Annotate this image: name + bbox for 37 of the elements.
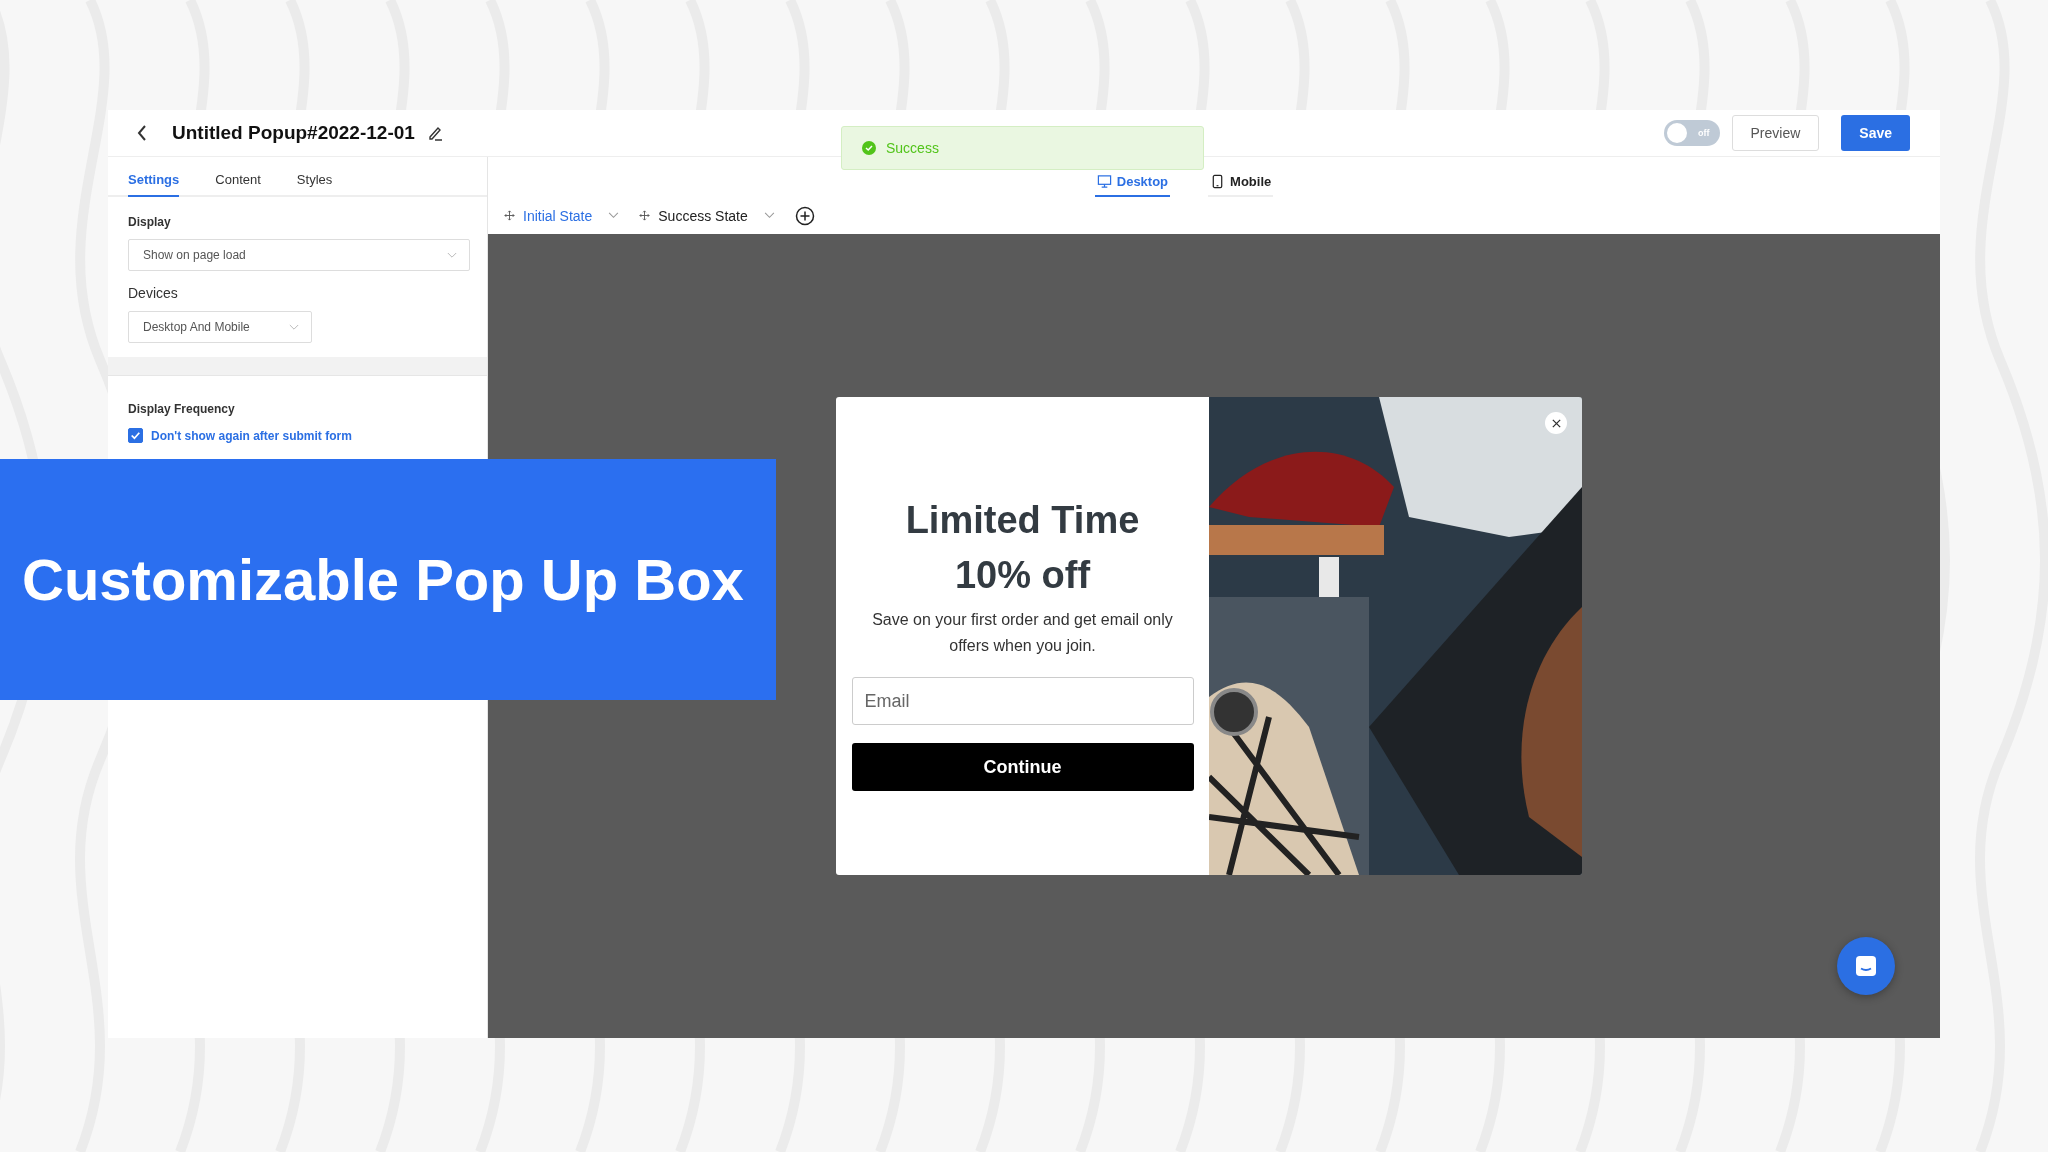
sidebar-tab[interactable]: Settings xyxy=(128,172,180,197)
checkbox-option[interactable]: Don't show again after submit form xyxy=(128,428,467,443)
check-circle-icon xyxy=(862,141,876,155)
back-icon[interactable] xyxy=(136,123,148,143)
device-tab[interactable]: Mobile xyxy=(1208,174,1274,197)
checkbox[interactable] xyxy=(128,428,143,443)
popup-text: Save on your first order and get email only offers when you join. xyxy=(871,610,1174,656)
chevron-down-icon xyxy=(763,212,775,219)
move-icon xyxy=(504,210,515,221)
popup-subheading: 10% off xyxy=(954,554,1091,597)
popup-title: Untitled Popup#2022-12-01 xyxy=(172,122,415,144)
toast-text: Success xyxy=(886,140,939,156)
field-label: Devices xyxy=(128,285,179,301)
check-icon xyxy=(129,429,142,442)
continue-button[interactable]: Continue xyxy=(851,743,1194,791)
move-icon xyxy=(639,210,651,221)
state-tab[interactable]: Initial State xyxy=(504,207,620,224)
monitor-icon xyxy=(1096,174,1112,189)
section-label: Display Frequency xyxy=(128,402,236,416)
preview-button[interactable]: Preview xyxy=(1731,115,1820,151)
pencil-icon[interactable] xyxy=(426,125,443,141)
add-icon[interactable] xyxy=(794,205,815,226)
close-icon xyxy=(1550,417,1562,429)
chevron-down-icon xyxy=(608,212,620,219)
devices-dropdown[interactable]: Desktop And Mobile xyxy=(128,311,312,343)
state-tab[interactable]: Success State xyxy=(639,207,775,224)
field-label: Display xyxy=(128,215,172,229)
display-dropdown[interactable]: Show on page load xyxy=(128,239,470,271)
banner-title: Customizable Pop Up Box xyxy=(22,546,744,613)
sidebar-tab[interactable]: Content xyxy=(215,172,261,197)
chevron-down-icon xyxy=(289,323,299,331)
email-field[interactable]: Email xyxy=(851,677,1194,725)
save-button[interactable]: Save xyxy=(1841,115,1910,151)
device-tab[interactable]: Desktop xyxy=(1094,174,1171,197)
sidebar-tab[interactable]: Styles xyxy=(296,172,333,197)
chevron-down-icon xyxy=(447,251,457,259)
popup-heading: Limited Time xyxy=(905,499,1140,542)
